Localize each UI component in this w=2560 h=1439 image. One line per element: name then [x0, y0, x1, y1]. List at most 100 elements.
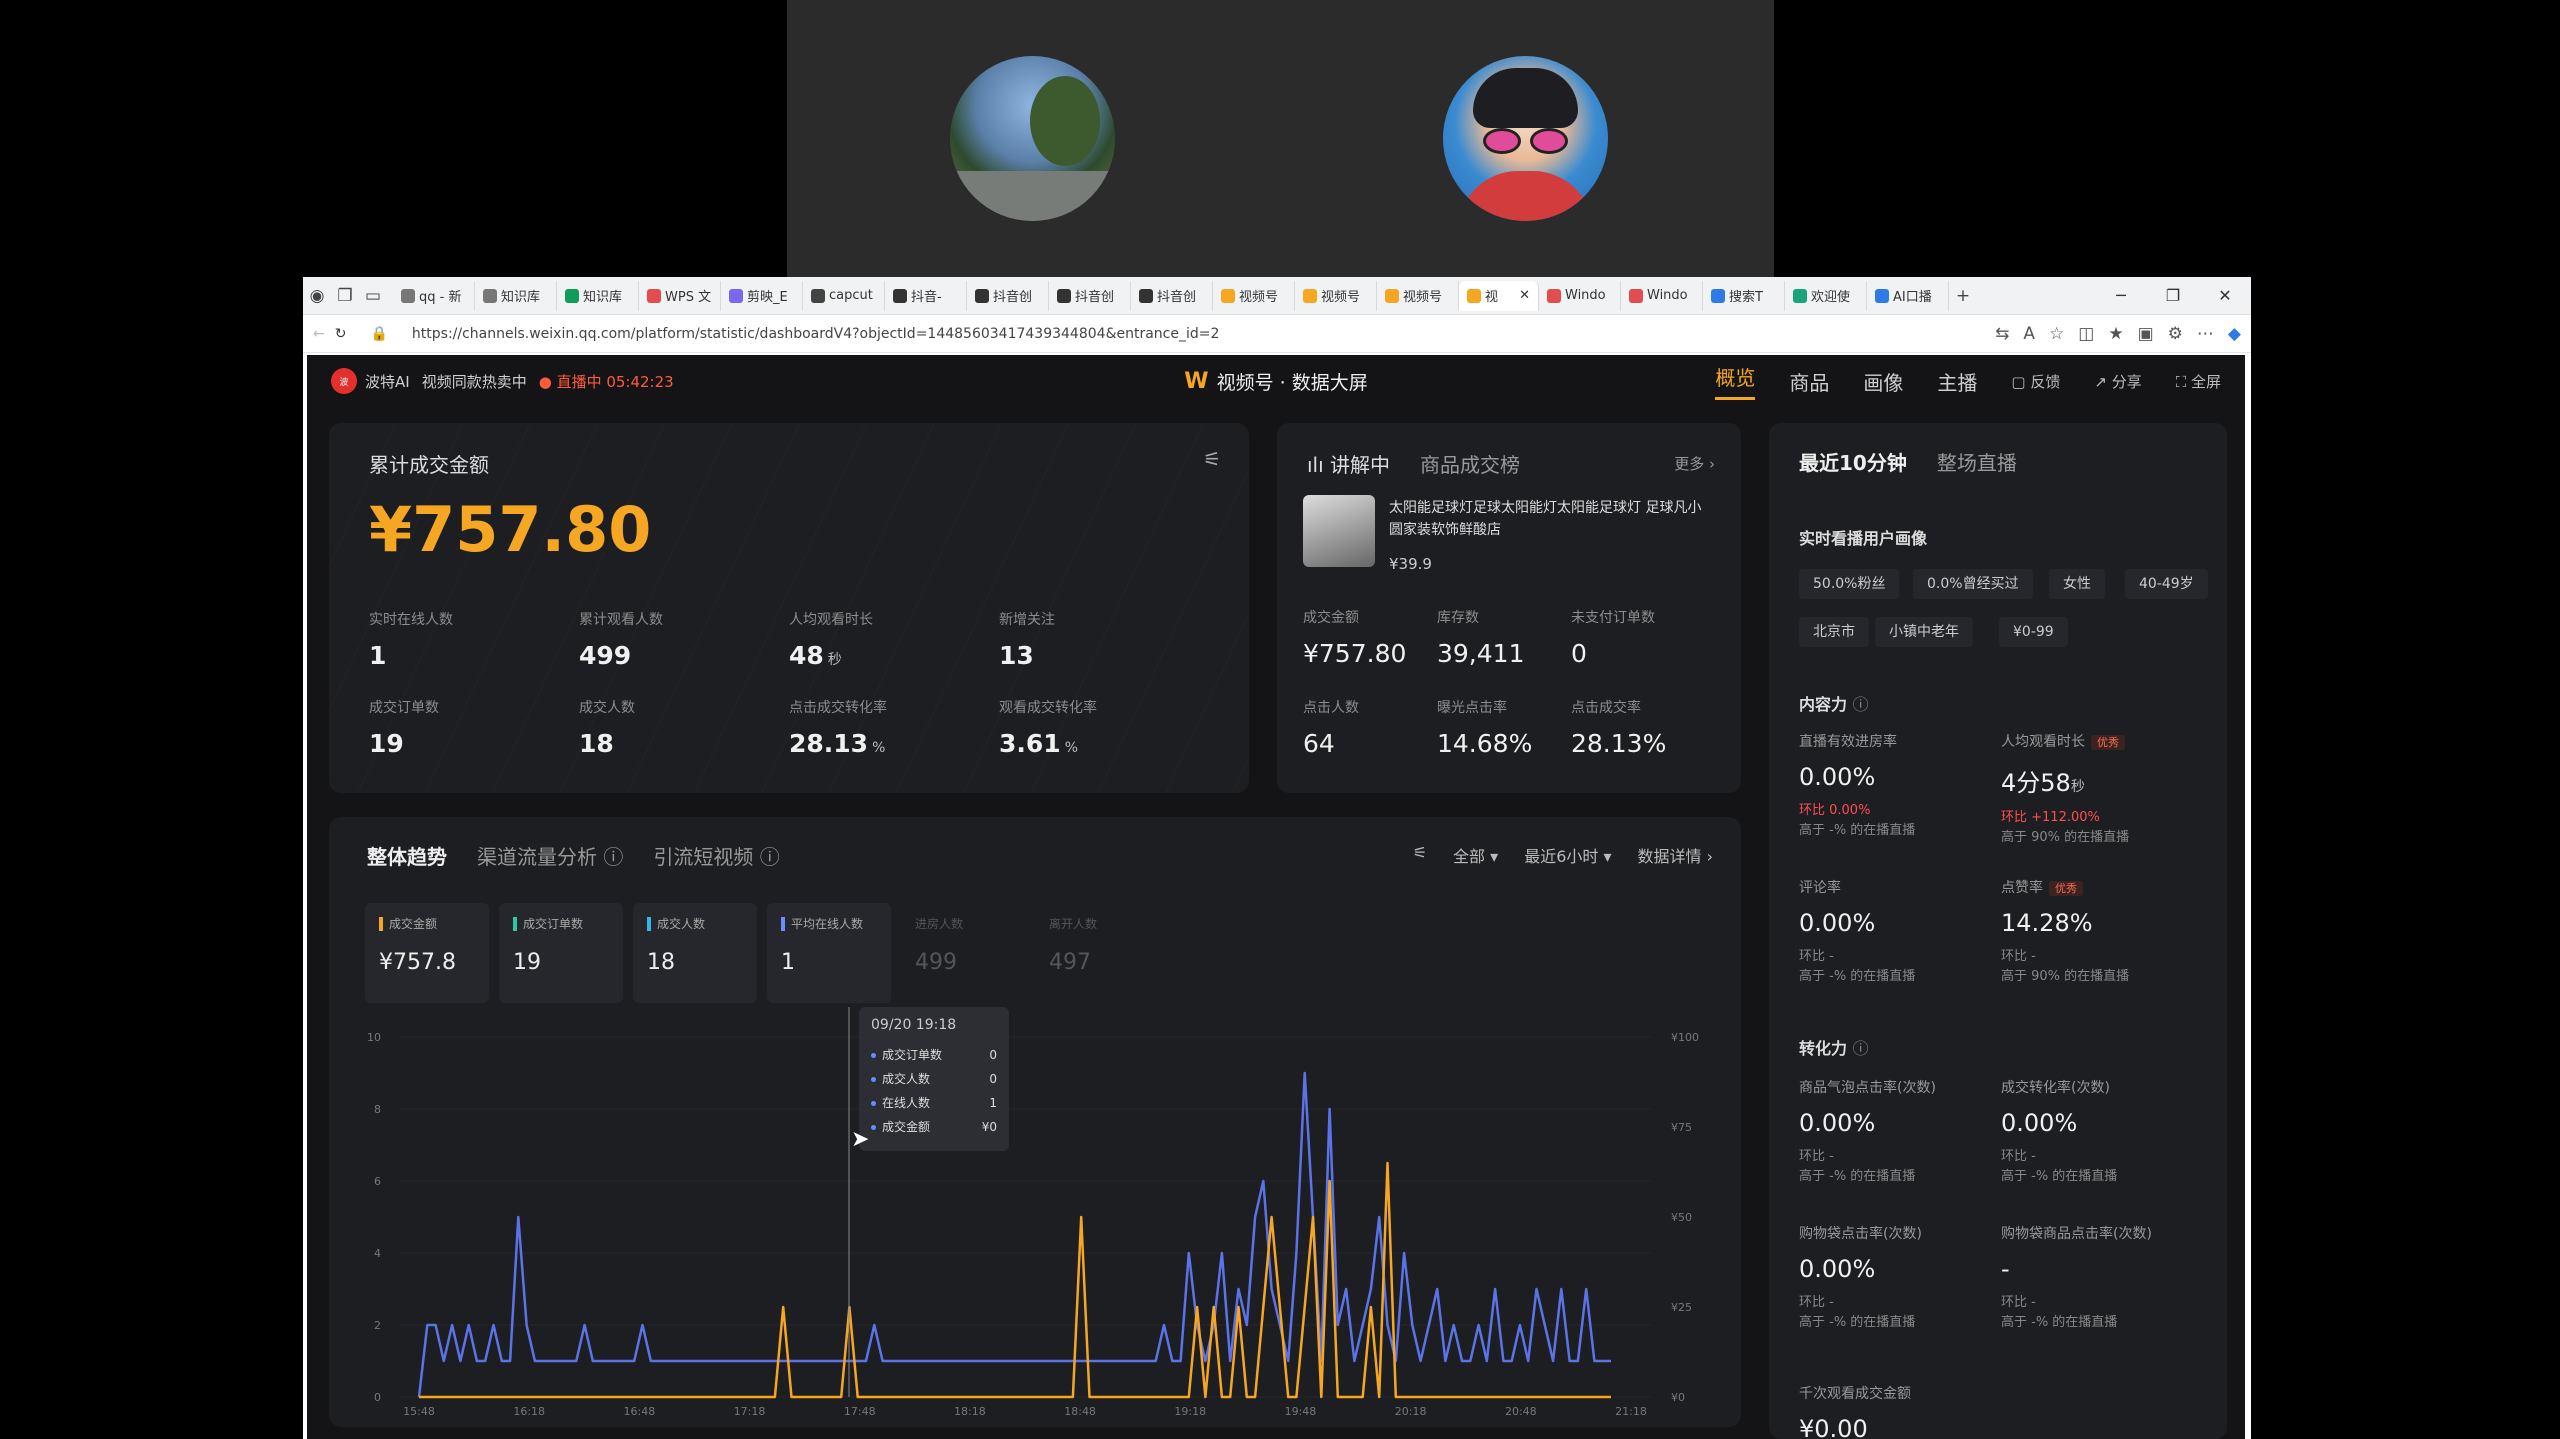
tab-title: 抖音创: [1075, 290, 1115, 305]
translate-icon[interactable]: ⇆: [1995, 324, 2009, 344]
card-label-text: 成交订单数: [523, 917, 584, 931]
insight-number: 0.00%: [1799, 1109, 1876, 1137]
card-label: 成交订单数: [513, 915, 609, 932]
y-right-tick-label: ¥25: [1671, 1301, 1692, 1314]
rank-compare: 高于 90% 的在播直播: [2001, 830, 2130, 845]
collections-icon[interactable]: ▣: [2138, 324, 2154, 344]
insight-label: 人均观看时长 优秀: [2001, 731, 2201, 751]
product-stat: 库存数 39,411: [1437, 607, 1567, 668]
profile-icon[interactable]: ◉: [303, 282, 331, 310]
close-window-icon[interactable]: ✕: [2199, 286, 2251, 305]
tab-overall-trend[interactable]: 整体趋势: [367, 841, 447, 870]
browser-tab[interactable]: 知识库: [557, 280, 639, 311]
more-icon[interactable]: ⋯: [2197, 324, 2214, 344]
favicon-icon: [1385, 288, 1399, 303]
trend-metric-card[interactable]: 平均在线人数 1: [767, 903, 891, 1003]
nav-overview[interactable]: 概览: [1715, 362, 1756, 400]
browser-tab[interactable]: AI口播: [1867, 280, 1949, 311]
read-aloud-icon[interactable]: A: [2023, 324, 2035, 344]
trend-metric-card[interactable]: 成交人数 18: [633, 903, 757, 1003]
browser-tab[interactable]: 视 ✕: [1459, 280, 1539, 311]
metric-unit: %: [1064, 740, 1078, 756]
scope-select[interactable]: 全部 ▾: [1453, 843, 1498, 867]
browser-tab[interactable]: 视频号: [1295, 280, 1377, 311]
trend-metric-card[interactable]: 成交订单数 19: [499, 903, 623, 1003]
feedback-button[interactable]: ▢ 反馈: [2011, 371, 2060, 392]
metric-value: 499: [579, 641, 759, 670]
data-detail-link[interactable]: 数据详情 ›: [1638, 843, 1714, 867]
url-field[interactable]: https://channels.weixin.qq.com/platform/…: [412, 326, 1985, 342]
trend-metric-card[interactable]: 离开人数 497: [1035, 903, 1159, 1003]
new-tab-icon[interactable]: +: [1949, 282, 1977, 310]
browser-tab[interactable]: capcut: [803, 280, 885, 311]
nav-products[interactable]: 商品: [1789, 367, 1829, 396]
info-icon[interactable]: ⓘ: [1853, 695, 1869, 714]
sales-metric: 累计观看人数 499: [579, 609, 759, 670]
product-name[interactable]: 太阳能足球灯足球太阳能灯太阳能足球灯 足球凡小圆家装软饰鲜酸店: [1389, 497, 1709, 541]
browser-tab[interactable]: WPS 文: [639, 280, 721, 311]
favorites-icon[interactable]: ★: [2108, 324, 2123, 344]
trend-chart[interactable]: 0 2 4 6 8 10 ¥0 ¥25 ¥50 ¥75 ¥100 15:48 16:18 16:48 17:…: [351, 1007, 1721, 1427]
browser-tab[interactable]: Windo: [1621, 280, 1703, 311]
share-button[interactable]: ↗ 分享: [2094, 371, 2141, 392]
browser-tab[interactable]: 抖音创: [1131, 280, 1213, 311]
filter-icon[interactable]: ⚟: [1203, 447, 1221, 471]
copilot-icon[interactable]: ◆: [2228, 324, 2241, 344]
tab-product-rank[interactable]: 商品成交榜: [1420, 449, 1520, 478]
tab-last-10min[interactable]: 最近10分钟: [1799, 447, 1907, 476]
browser-tab[interactable]: 搜索T: [1703, 280, 1785, 311]
favicon-icon: [483, 288, 497, 303]
nav-portrait[interactable]: 画像: [1863, 367, 1903, 396]
browser-tab[interactable]: 抖音创: [967, 280, 1049, 311]
tab-actions-icon[interactable]: ▭: [359, 282, 387, 310]
back-icon[interactable]: ←: [313, 326, 325, 342]
sales-panel: 累计成交金额 ¥757.80 ⚟ 实时在线人数 1 累计观看人数 499 人均观看时长 4…: [329, 423, 1249, 793]
browser-tab[interactable]: 抖音创: [1049, 280, 1131, 311]
stat-value: 28.13%: [1571, 729, 1667, 758]
card-value: 19: [513, 950, 541, 975]
browser-tab[interactable]: 视频号: [1213, 280, 1295, 311]
nav-anchor[interactable]: 主播: [1937, 367, 1977, 396]
split-screen-icon[interactable]: ◫: [2078, 324, 2094, 344]
card-label: 成交人数: [647, 915, 743, 932]
favorite-icon[interactable]: ☆: [2049, 324, 2064, 344]
tab-channel-traffic[interactable]: 渠道流量分析 ⓘ: [477, 841, 623, 870]
browser-tab[interactable]: 视频号: [1377, 280, 1459, 311]
extensions-icon[interactable]: ⚙: [2168, 324, 2183, 344]
tab-traffic-videos[interactable]: 引流短视频 ⓘ: [653, 841, 779, 870]
trend-metric-card[interactable]: 进房人数 499: [901, 903, 1025, 1003]
minimize-icon[interactable]: ─: [2095, 286, 2147, 305]
tab-title: 视频号: [1321, 290, 1361, 305]
insight-value: 0.00%: [1799, 1255, 1999, 1283]
close-tab-icon[interactable]: ✕: [1519, 288, 1530, 303]
browser-tab[interactable]: qq - 新: [393, 280, 475, 311]
live-status: ● 直播中 05:42:23: [538, 372, 674, 391]
browser-tab[interactable]: Windo: [1539, 280, 1621, 311]
info-icon[interactable]: ⓘ: [1853, 1039, 1869, 1058]
tab-title: 抖音创: [993, 290, 1033, 305]
metric-label: 成交人数: [579, 700, 635, 716]
browser-tab[interactable]: 抖音-: [885, 280, 967, 311]
participant-avatar-right: [1443, 56, 1608, 221]
insight-number: 0.00%: [1799, 909, 1876, 937]
refresh-icon[interactable]: ↻: [335, 326, 347, 342]
card-label-text: 进房人数: [915, 917, 964, 931]
card-value: 1: [781, 950, 795, 975]
browser-window: ◉ ❐ ▭ qq - 新 知识库 知识库 WPS 文 剪映_E capcut 抖音- 抖音创 抖…: [303, 277, 2251, 1439]
trend-metric-card[interactable]: 成交金额 ¥757.8: [365, 903, 489, 1003]
filter-icon[interactable]: ⚟: [1413, 843, 1427, 867]
browser-tab[interactable]: 欢迎使: [1785, 280, 1867, 311]
workspaces-icon[interactable]: ❐: [331, 282, 359, 310]
excellent-badge: 优秀: [2091, 735, 2125, 750]
tab-explaining[interactable]: ılı 讲解中: [1307, 449, 1390, 478]
insight-label: 购物袋商品点击率(次数): [2001, 1223, 2201, 1243]
sales-metric: 人均观看时长 48 秒: [789, 609, 969, 670]
fullscreen-button[interactable]: ⛶ 全屏: [2176, 371, 2221, 392]
restore-icon[interactable]: ❐: [2147, 286, 2199, 305]
browser-tab[interactable]: 剪映_E: [721, 280, 803, 311]
more-link[interactable]: 更多 ›: [1674, 453, 1715, 474]
x-tick-label: 19:48: [1285, 1405, 1317, 1418]
range-select[interactable]: 最近6小时 ▾: [1524, 843, 1611, 867]
tab-full-live[interactable]: 整场直播: [1937, 447, 2017, 476]
browser-tab[interactable]: 知识库: [475, 280, 557, 311]
